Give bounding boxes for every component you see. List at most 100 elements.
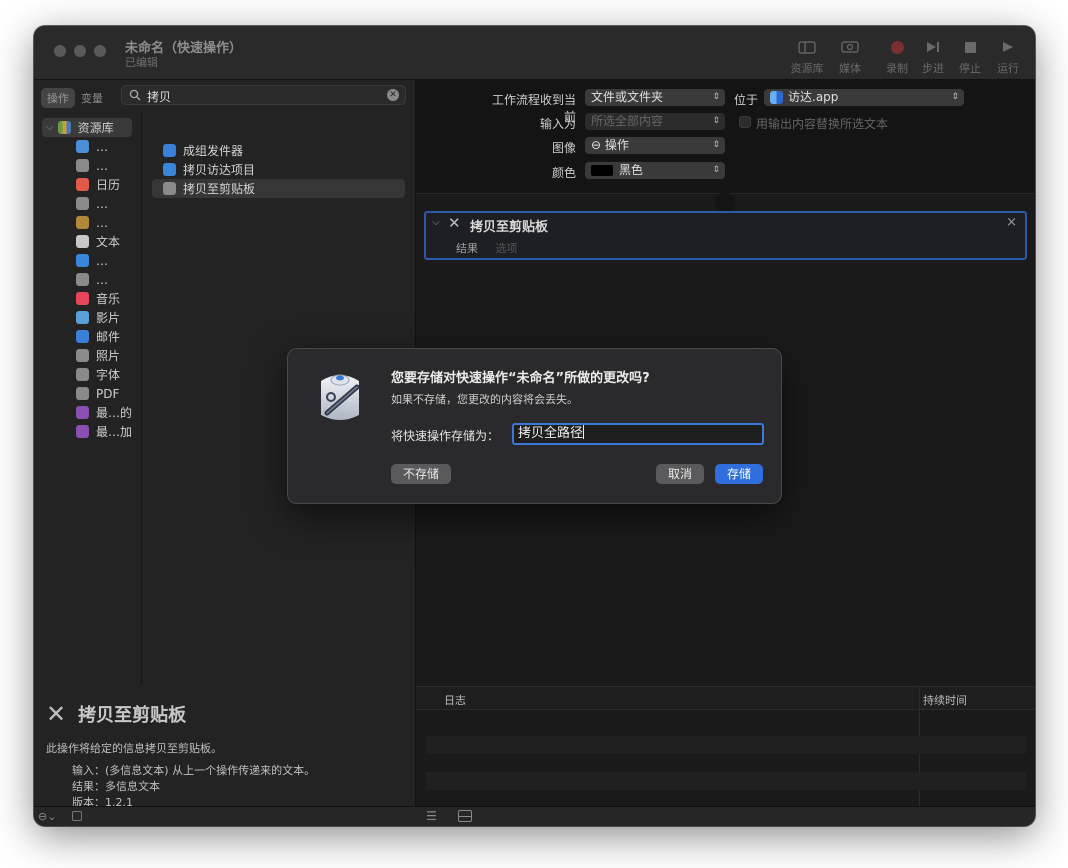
- tab-actions[interactable]: 操作: [41, 88, 75, 108]
- library-item[interactable]: PDF: [76, 384, 119, 403]
- clear-search-icon[interactable]: ✕: [387, 89, 399, 101]
- save-button[interactable]: 存储: [715, 464, 763, 484]
- library-item[interactable]: …: [76, 137, 108, 156]
- description-result: 结果：多信息文本: [72, 780, 160, 793]
- library-list: ⌵ 资源库 … … 日历 … … 文本 … … 音乐 影片 邮件 照片 字体 PDF 最…的 最…加: [34, 112, 142, 684]
- library-item-label: 邮件: [96, 330, 121, 344]
- checkbox-icon[interactable]: [72, 811, 82, 821]
- chevron-down-icon[interactable]: ⌵: [432, 217, 440, 228]
- image-popup[interactable]: ⊖ 操作 ⇕: [585, 137, 725, 154]
- library-item[interactable]: …: [76, 251, 108, 270]
- image-label: 图像: [551, 141, 576, 155]
- library-item[interactable]: 字体: [76, 365, 120, 384]
- updown-chevron-icon: ⇕: [712, 92, 720, 102]
- receives-popup[interactable]: 文件或文件夹 ⇕: [585, 89, 725, 106]
- library-item-label: …: [96, 253, 108, 268]
- movie-icon: [76, 311, 89, 324]
- action-list-item[interactable]: 拷贝访达项目: [152, 160, 405, 179]
- save-as-label: 将快速操作存储为：: [391, 429, 500, 443]
- music-icon: [76, 292, 89, 305]
- color-popup[interactable]: 黑色 ⇕: [585, 162, 725, 179]
- box-icon: [76, 216, 89, 229]
- cancel-button[interactable]: 取消: [656, 464, 704, 484]
- library-item[interactable]: …: [76, 213, 108, 232]
- mail-icon: [163, 144, 176, 157]
- replace-checkbox[interactable]: [739, 116, 751, 128]
- application-popup[interactable]: 访达.app ⇕: [764, 89, 964, 106]
- finder-icon: [163, 163, 176, 176]
- color-swatch: [591, 165, 613, 176]
- library-item[interactable]: 文本: [76, 232, 120, 251]
- tab-variables[interactable]: 变量: [75, 88, 109, 108]
- updown-chevron-icon: ⇕: [712, 165, 720, 175]
- toolbar-run-button[interactable]: 运行: [986, 38, 1030, 76]
- duration-column-header[interactable]: 持续时间: [923, 692, 967, 708]
- globe-icon: [76, 140, 89, 153]
- toolbar-library-label: 资源库: [790, 62, 824, 75]
- library-item[interactable]: 日历: [76, 175, 120, 194]
- tab-results[interactable]: 结果: [456, 242, 478, 255]
- window-subtitle: 已编辑: [125, 56, 158, 69]
- tools-icon: ✕: [448, 214, 461, 232]
- toolbar-media-button[interactable]: 媒体: [828, 38, 872, 76]
- minimize-window-button[interactable]: [74, 45, 86, 57]
- library-item[interactable]: …: [76, 270, 108, 289]
- action-list-item-label: 成组发件器: [183, 144, 244, 158]
- library-item[interactable]: …: [76, 156, 108, 175]
- action-list-item[interactable]: 成组发件器: [152, 141, 405, 160]
- description-title: 拷贝至剪贴板: [78, 705, 187, 726]
- title-bar: 未命名（快速操作） 已编辑 资源库 媒体 录制 步进 停止 运行: [34, 26, 1035, 80]
- save-name-input[interactable]: 拷贝全路径: [512, 423, 764, 445]
- log-column-header[interactable]: 日志: [444, 692, 466, 708]
- library-item[interactable]: 影片: [76, 308, 120, 327]
- library-item-label: 日历: [96, 178, 121, 192]
- updown-chevron-icon: ⇕: [712, 116, 720, 126]
- library-root-label: 资源库: [77, 121, 114, 135]
- close-window-button[interactable]: [54, 45, 66, 57]
- chevron-down-icon[interactable]: ⌵: [46, 122, 54, 133]
- library-item[interactable]: 照片: [76, 346, 120, 365]
- search-field[interactable]: 拷贝 ✕: [121, 85, 406, 105]
- action-card-copy-to-clipboard[interactable]: ⌵ ✕ 拷贝至剪贴板 × 结果 选项: [424, 211, 1027, 260]
- library-root-item[interactable]: ⌵ 资源库: [42, 118, 132, 137]
- folder-icon: [76, 406, 89, 419]
- mail-icon: [76, 330, 89, 343]
- input-label: 输入为: [539, 117, 576, 131]
- text-icon: [76, 235, 89, 248]
- library-item-label: PDF: [96, 386, 120, 401]
- list-view-icon[interactable]: ☰: [426, 809, 437, 823]
- more-options-icon[interactable]: ⊖⌄: [38, 810, 56, 823]
- library-item[interactable]: 邮件: [76, 327, 120, 346]
- library-item-label: 最…加: [96, 425, 133, 439]
- media-icon: [841, 41, 859, 53]
- library-item[interactable]: …: [76, 194, 108, 213]
- dialog-question: 您要存储对快速操作“未命名”所做的更改吗?: [391, 371, 650, 386]
- search-input[interactable]: 拷贝: [147, 88, 171, 105]
- input-popup[interactable]: 所选全部内容 ⇕: [585, 113, 725, 130]
- tab-options[interactable]: 选项: [496, 242, 518, 255]
- dont-save-button[interactable]: 不存储: [391, 464, 451, 484]
- zoom-window-button[interactable]: [94, 45, 106, 57]
- library-icon: [798, 40, 816, 54]
- automator-app-icon: [321, 374, 360, 420]
- updown-chevron-icon: ⇕: [712, 140, 720, 150]
- split-view-icon[interactable]: [458, 810, 472, 822]
- library-item[interactable]: 音乐: [76, 289, 120, 308]
- action-card-title: 拷贝至剪贴板: [470, 220, 549, 235]
- library-item[interactable]: 最…的: [76, 403, 132, 422]
- library-item-label: …: [96, 272, 108, 287]
- finder-icon: [770, 91, 783, 104]
- toolbar-library-button[interactable]: 资源库: [785, 38, 829, 76]
- finder-icon: [76, 254, 89, 267]
- library-item-label: 最…的: [96, 406, 133, 420]
- library-item-label: 照片: [96, 349, 121, 363]
- library-item[interactable]: 最…加: [76, 422, 132, 441]
- receives-value: 文件或文件夹: [591, 90, 664, 104]
- photo-icon: [76, 349, 89, 362]
- close-icon[interactable]: ×: [1006, 215, 1017, 230]
- library-item-label: …: [96, 139, 108, 154]
- action-list-item-label: 拷贝访达项目: [183, 163, 256, 177]
- description-summary: 此操作将给定的信息拷贝至剪贴板。: [46, 742, 222, 755]
- tools-icon: [163, 182, 176, 195]
- action-list-item[interactable]: 拷贝至剪贴板: [152, 179, 405, 198]
